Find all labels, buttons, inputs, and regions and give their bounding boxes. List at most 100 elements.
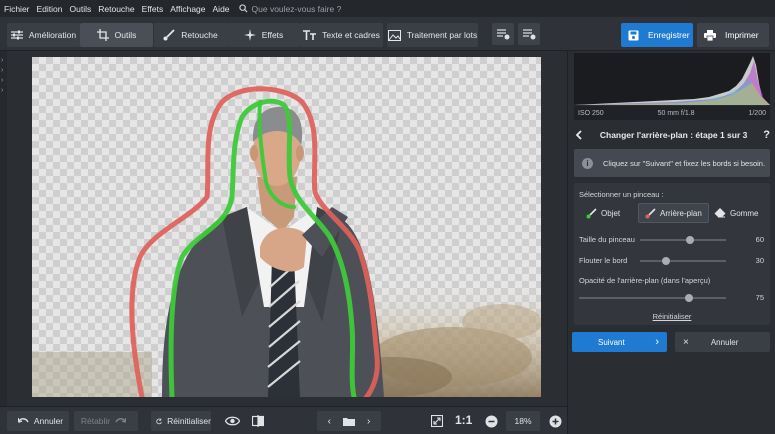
menu-retouche[interactable]: Retouche	[98, 4, 134, 14]
tab-effets[interactable]: Effets	[227, 23, 300, 47]
slider-label: Taille du pinceau	[579, 235, 635, 244]
help-icon[interactable]: ?	[763, 129, 770, 141]
image-canvas[interactable]	[7, 51, 567, 406]
list-add-icon	[496, 29, 509, 40]
add-to-list-button[interactable]	[492, 23, 514, 45]
navigation-group: ‹ ›	[317, 411, 381, 431]
compare-button[interactable]	[250, 413, 266, 429]
next-button[interactable]: Suivant ›	[572, 332, 667, 352]
brush-label: Objet	[601, 208, 621, 218]
chevron-right-icon: ›	[655, 336, 659, 348]
menu-search[interactable]: Que voulez-vous faire ?	[238, 4, 341, 14]
tab-label: Effets	[261, 30, 284, 40]
brush-red-icon	[645, 207, 656, 218]
brush-size-slider[interactable]	[640, 236, 726, 244]
brush-label: Arrière-plan	[660, 208, 702, 218]
cancel-button[interactable]: × Annuler	[675, 332, 770, 352]
text-icon	[303, 30, 317, 40]
photo-preview[interactable]	[32, 57, 541, 397]
histogram	[574, 53, 770, 105]
fit-to-screen-button[interactable]	[429, 413, 445, 429]
chevron-right-icon: ›	[1, 57, 4, 64]
exif-shutter: 1/200	[748, 109, 766, 117]
tab-retouche[interactable]: Retouche	[154, 23, 227, 47]
info-text: Cliquez sur "Suivant" et fixez les bords…	[603, 158, 766, 168]
slider-label: Flouter le bord	[579, 256, 628, 265]
compare-icon	[252, 415, 264, 427]
reset-link[interactable]: Réinitialiser	[574, 312, 770, 321]
tab-texte-cadres[interactable]: Texte et cadres	[300, 23, 383, 47]
background-opacity-slider[interactable]	[579, 294, 726, 302]
exif-lens: 50 mm f/1.8	[657, 109, 695, 117]
folder-icon[interactable]	[343, 417, 355, 426]
menu-aide[interactable]: Aide	[213, 4, 230, 14]
next-icon[interactable]: ›	[367, 416, 370, 427]
slider-knob[interactable]	[685, 294, 694, 302]
print-button[interactable]: Imprimer	[697, 23, 769, 47]
print-label: Imprimer	[725, 30, 759, 40]
undo-button[interactable]: Annuler	[7, 411, 69, 431]
list-info-button[interactable]	[518, 23, 540, 45]
save-button[interactable]: Enregistrer	[621, 23, 693, 47]
exif-bar: ISO 250 50 mm f/1.8 1/200	[574, 106, 770, 120]
menu-effets[interactable]: Effets	[142, 4, 164, 14]
floppy-icon	[628, 30, 639, 40]
preview-button[interactable]	[224, 413, 240, 429]
brush-icon	[163, 29, 175, 41]
minus-circle-icon	[485, 415, 497, 427]
menu-fichier[interactable]: Fichier	[4, 4, 30, 14]
tab-label: Outils	[114, 30, 137, 40]
step-title: Changer l'arrière-plan : étape 1 sur 3	[599, 130, 748, 140]
step-header: Changer l'arrière-plan : étape 1 sur 3 ?	[574, 125, 770, 145]
save-label: Enregistrer	[648, 30, 690, 40]
tab-label: Retouche	[181, 30, 218, 40]
brush-background-button[interactable]: Arrière-plan	[638, 203, 709, 223]
brush-label: Gomme	[730, 208, 759, 218]
edge-blur-slider[interactable]	[640, 257, 726, 265]
brush-object-button[interactable]: Objet	[586, 203, 620, 223]
redo-icon	[115, 417, 127, 423]
brush-eraser-button[interactable]: Gomme	[714, 203, 758, 223]
reset-icon	[156, 417, 162, 424]
list-info-icon	[522, 29, 535, 40]
right-panel: ISO 250 50 mm f/1.8 1/200 Changer l'arri…	[567, 51, 775, 434]
sliders-icon	[10, 30, 23, 40]
redo-button[interactable]: Rétablir	[74, 411, 138, 431]
redo-label: Rétablir	[80, 416, 111, 426]
printer-icon	[704, 29, 716, 41]
slider-knob[interactable]	[685, 236, 694, 244]
histogram-graph	[574, 56, 770, 105]
zoom-out-button[interactable]	[483, 413, 499, 429]
back-arrow-icon[interactable]	[574, 130, 584, 140]
tab-traitement-lots[interactable]: Traitement par lots	[387, 23, 478, 47]
sparkle-icon	[243, 29, 256, 41]
photo-image	[32, 57, 541, 397]
actual-size-button[interactable]: 1:1	[455, 413, 472, 427]
brush-select-label: Sélectionner un pinceau :	[579, 190, 664, 199]
zoom-in-button[interactable]	[547, 413, 563, 429]
chevron-right-icon: ›	[1, 87, 4, 94]
eraser-icon	[714, 208, 726, 218]
info-message: i Cliquez sur "Suivant" et fixez les bor…	[574, 149, 770, 177]
previous-icon[interactable]: ‹	[328, 416, 331, 427]
menu-affichage[interactable]: Affichage	[170, 4, 205, 14]
reset-button[interactable]: Réinitialiser	[151, 411, 211, 431]
undo-icon	[17, 417, 29, 423]
tab-outils[interactable]: Outils	[80, 23, 153, 47]
tab-label: Texte et cadres	[322, 30, 380, 40]
menu-bar: Fichier Edition Outils Retouche Effets A…	[0, 0, 775, 17]
next-label: Suivant	[598, 337, 625, 347]
background-opacity-value: 75	[755, 293, 764, 302]
main-toolbar: Amélioration Outils Retouche Effets Text…	[0, 17, 775, 51]
menu-edition[interactable]: Edition	[37, 4, 63, 14]
menu-outils[interactable]: Outils	[70, 4, 92, 14]
zoom-level[interactable]: 18%	[506, 411, 540, 431]
collapsed-side-panel[interactable]: › › › ›	[0, 51, 7, 406]
chevron-right-icon: ›	[1, 77, 4, 84]
brush-section: Sélectionner un pinceau : Objet Arrière-…	[574, 183, 770, 325]
info-icon: i	[582, 157, 593, 169]
undo-label: Annuler	[33, 416, 64, 426]
tab-label: Traitement par lots	[406, 30, 478, 40]
tab-amelioration[interactable]: Amélioration	[7, 23, 80, 47]
slider-knob[interactable]	[661, 257, 670, 265]
